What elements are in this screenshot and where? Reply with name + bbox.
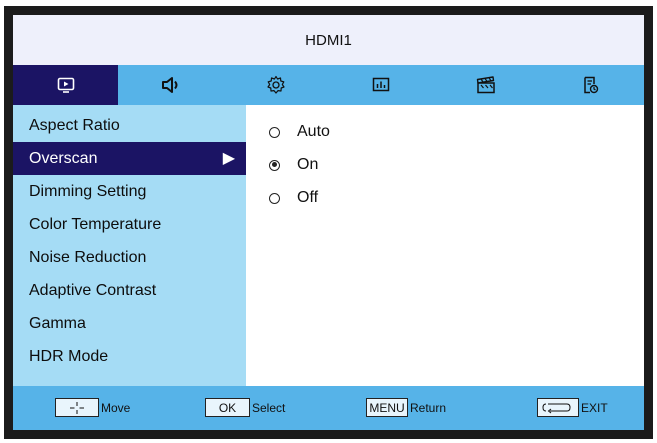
- tab-media[interactable]: [433, 65, 538, 105]
- input-source-title: HDMI1: [305, 31, 352, 49]
- radio-button[interactable]: [269, 192, 280, 204]
- hint-return: MENU Return: [366, 398, 446, 417]
- menu-item-label: Aspect Ratio: [29, 116, 120, 134]
- hint-label: Return: [410, 400, 447, 415]
- option-label: On: [297, 156, 319, 173]
- menu-item-adaptive-contrast[interactable]: Adaptive Contrast: [13, 274, 246, 307]
- menu-item-label: HDR Mode: [29, 347, 109, 365]
- options-panel: Auto On Off: [246, 105, 644, 386]
- menu-item-label: Dimming Setting: [29, 182, 147, 200]
- picture-icon: [57, 77, 74, 93]
- menu-item-color-temperature[interactable]: Color Temperature: [13, 208, 246, 241]
- hint-select: OK Select: [205, 398, 285, 417]
- title-bar: HDMI1: [13, 15, 644, 65]
- gear-icon: [266, 75, 285, 94]
- menu-item-gamma[interactable]: Gamma: [13, 307, 246, 340]
- tab-bar: [13, 65, 644, 105]
- option-label: Off: [297, 189, 319, 206]
- tab-picture[interactable]: [13, 65, 118, 105]
- menu-item-label: Adaptive Contrast: [29, 281, 157, 299]
- submenu-arrow-icon: ▶: [222, 149, 235, 167]
- clapperboard-icon: [476, 76, 495, 94]
- menu-item-label: Overscan: [29, 149, 98, 167]
- hint-label: EXIT: [581, 400, 608, 415]
- settings-menu: Aspect Ratio Overscan ▶ Dimming Setting …: [13, 105, 246, 386]
- hint-label: Move: [101, 400, 131, 415]
- menu-item-dimming-setting[interactable]: Dimming Setting: [13, 175, 246, 208]
- speaker-icon: [161, 77, 177, 93]
- return-arrows-icon: [542, 403, 571, 414]
- tab-settings[interactable]: [223, 65, 328, 105]
- ok-key: OK: [205, 398, 250, 417]
- tab-display[interactable]: [328, 65, 433, 105]
- footer-hint-bar: Move OK Select MENU Return EXIT: [13, 386, 644, 430]
- option-label: Auto: [297, 123, 330, 140]
- menu-key: MENU: [366, 398, 408, 417]
- radio-button[interactable]: [269, 159, 280, 171]
- menu-item-aspect-ratio[interactable]: Aspect Ratio: [13, 109, 246, 142]
- dpad-key: [55, 398, 99, 417]
- menu-item-hdr-mode[interactable]: HDR Mode: [13, 340, 246, 373]
- dpad-icon: [70, 401, 84, 414]
- menu-item-label: Noise Reduction: [29, 248, 147, 266]
- option-on[interactable]: On: [269, 156, 318, 174]
- option-off[interactable]: Off: [269, 189, 318, 207]
- tab-system[interactable]: [538, 65, 643, 105]
- chart-icon: [372, 77, 389, 92]
- option-auto[interactable]: Auto: [269, 123, 330, 141]
- osd-frame: HDMI1 Aspect Ratio Overscan ▶ Dimming Se…: [4, 6, 653, 439]
- hint-move: Move: [55, 398, 130, 417]
- radio-button[interactable]: [269, 126, 280, 138]
- document-clock-icon: [583, 76, 598, 94]
- menu-item-label: Color Temperature: [29, 215, 162, 233]
- menu-item-overscan[interactable]: Overscan ▶: [13, 142, 246, 175]
- hint-exit: EXIT: [537, 398, 608, 417]
- hint-label: Select: [252, 400, 286, 415]
- exit-key: [537, 398, 579, 417]
- menu-item-label: Gamma: [29, 314, 86, 332]
- tab-audio[interactable]: [118, 65, 223, 105]
- menu-item-noise-reduction[interactable]: Noise Reduction: [13, 241, 246, 274]
